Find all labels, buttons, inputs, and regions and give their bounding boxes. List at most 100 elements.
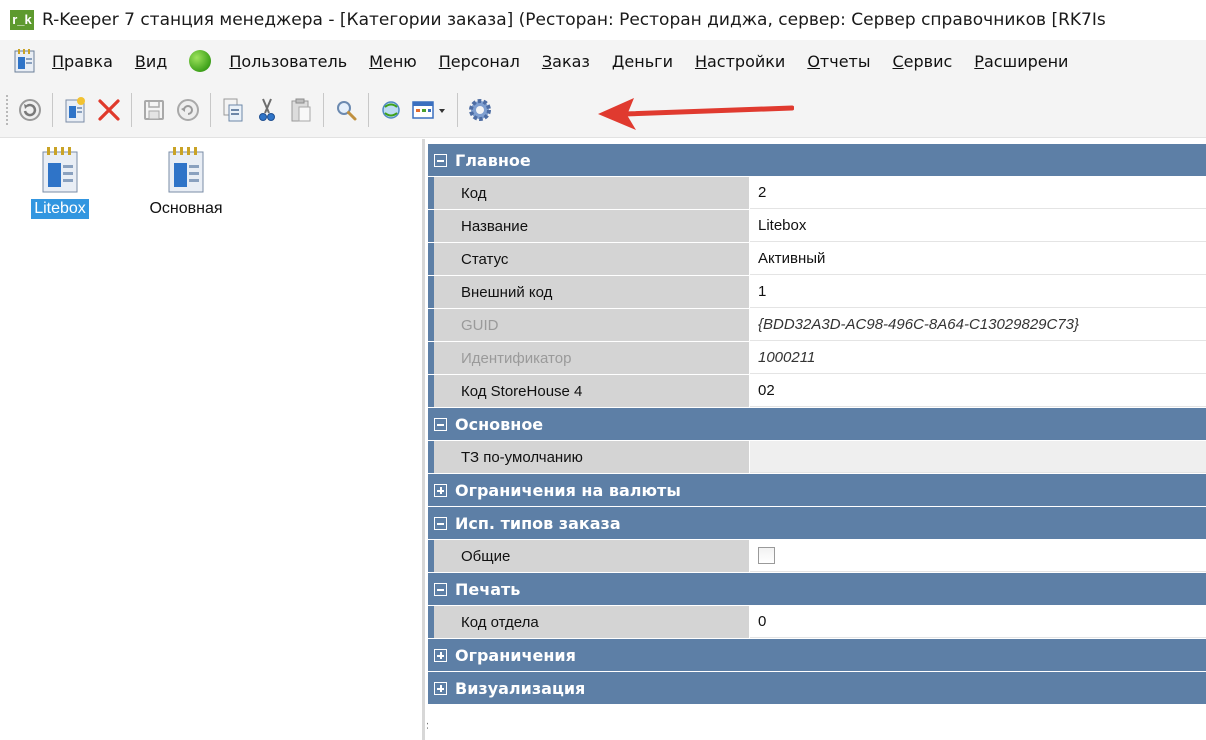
- toolbar-separator: [210, 92, 211, 127]
- paste-button[interactable]: [284, 93, 318, 127]
- menu-order[interactable]: Заказ: [542, 52, 590, 71]
- expand-icon[interactable]: [434, 648, 447, 662]
- property-row-department-code[interactable]: Код отдела 0: [428, 606, 1206, 639]
- property-value[interactable]: 0: [750, 606, 1206, 638]
- property-grid: Главное Код 2 Название Litebox Статус Ак…: [428, 144, 1206, 740]
- group-main[interactable]: Главное: [428, 144, 1206, 177]
- group-limits[interactable]: Ограничения: [428, 639, 1206, 672]
- toolbar-separator: [52, 92, 53, 127]
- common-checkbox[interactable]: [758, 547, 775, 564]
- delete-button[interactable]: [92, 93, 126, 127]
- property-value: {BDD32A3D-AC98-496C-8A64-C13029829C73}: [750, 309, 1206, 341]
- new-item-button[interactable]: [58, 93, 92, 127]
- property-name: Общие: [434, 540, 750, 572]
- properties-button[interactable]: [463, 93, 497, 127]
- property-value: [750, 540, 1206, 572]
- property-row-guid[interactable]: GUID {BDD32A3D-AC98-496C-8A64-C13029829C…: [428, 309, 1206, 342]
- menu-service[interactable]: Сервис: [893, 52, 953, 71]
- search-icon: [337, 100, 357, 120]
- toolbar-separator: [457, 92, 458, 127]
- delete-x-icon: [98, 98, 120, 121]
- property-row-storehouse-code[interactable]: Код StoreHouse 4 02: [428, 375, 1206, 408]
- menu-extensions[interactable]: Расширени: [974, 52, 1068, 71]
- menu-money[interactable]: Деньги: [612, 52, 673, 71]
- group-visualization[interactable]: Визуализация: [428, 672, 1206, 705]
- category-item-litebox[interactable]: Litebox: [12, 147, 108, 219]
- property-row-code[interactable]: Код 2: [428, 177, 1206, 210]
- group-title: Главное: [455, 150, 531, 170]
- property-name: Внешний код: [434, 276, 750, 308]
- export-button[interactable]: [374, 93, 408, 127]
- menu-bar: Правка Вид Пользователь Меню Персонал За…: [0, 40, 1206, 82]
- copy-icon: [223, 98, 243, 121]
- collapse-icon[interactable]: [434, 582, 447, 596]
- window-title: R-Keeper 7 станция менеджера - [Категори…: [42, 10, 1106, 30]
- toolbar-separator: [131, 92, 132, 127]
- group-title: Ограничения на валюты: [455, 480, 681, 500]
- property-value[interactable]: [750, 441, 1206, 473]
- property-row-external-code[interactable]: Внешний код 1: [428, 276, 1206, 309]
- property-name: Код StoreHouse 4: [434, 375, 750, 407]
- expand-icon[interactable]: [434, 483, 447, 497]
- menu-user[interactable]: Пользователь: [229, 52, 347, 71]
- group-title: Ограничения: [455, 645, 576, 665]
- refresh-button[interactable]: [13, 93, 47, 127]
- property-row-identifier[interactable]: Идентификатор 1000211: [428, 342, 1206, 375]
- property-value[interactable]: Активный: [750, 243, 1206, 275]
- title-bar: r_k R-Keeper 7 станция менеджера - [Кате…: [0, 0, 1206, 40]
- property-name: Идентификатор: [434, 342, 750, 374]
- group-title: Визуализация: [455, 678, 586, 698]
- category-label: Litebox: [31, 199, 89, 219]
- category-list-panel[interactable]: Litebox Основная: [0, 139, 425, 740]
- category-document-icon: [39, 147, 81, 195]
- group-title: Печать: [455, 579, 521, 599]
- property-value[interactable]: 02: [750, 375, 1206, 407]
- group-print[interactable]: Печать: [428, 573, 1206, 606]
- category-label: Основная: [149, 200, 223, 217]
- menu-staff[interactable]: Персонал: [439, 52, 520, 71]
- property-row-default-tz[interactable]: ТЗ по-умолчанию: [428, 441, 1206, 474]
- group-currency-limits[interactable]: Ограничения на валюты: [428, 474, 1206, 507]
- menu-settings[interactable]: Настройки: [695, 52, 785, 71]
- status-green-icon: [189, 50, 212, 72]
- annotation-arrow-icon: [598, 98, 794, 130]
- property-value[interactable]: Litebox: [750, 210, 1206, 242]
- toolbar-grip[interactable]: [6, 94, 9, 125]
- group-basic[interactable]: Основное: [428, 408, 1206, 441]
- view-options-dropdown[interactable]: [408, 93, 452, 127]
- app-logo-icon: r_k: [10, 10, 34, 30]
- window-menu-icon[interactable]: [14, 49, 36, 73]
- search-button[interactable]: [329, 93, 363, 127]
- property-value: 1000211: [750, 342, 1206, 374]
- cut-button[interactable]: [250, 93, 284, 127]
- property-name: Статус: [434, 243, 750, 275]
- property-row-title[interactable]: Название Litebox: [428, 210, 1206, 243]
- save-button[interactable]: [137, 93, 171, 127]
- copy-button[interactable]: [216, 93, 250, 127]
- property-name: Название: [434, 210, 750, 242]
- menu-menu[interactable]: Меню: [369, 52, 417, 71]
- gear-icon: [469, 98, 491, 121]
- property-row-common[interactable]: Общие: [428, 540, 1206, 573]
- new-document-icon: [65, 96, 85, 122]
- property-row-status[interactable]: Статус Активный: [428, 243, 1206, 276]
- group-title: Исп. типов заказа: [455, 513, 621, 533]
- category-item-basic[interactable]: Основная: [138, 147, 234, 219]
- collapse-icon[interactable]: [434, 516, 447, 530]
- property-name: ТЗ по-умолчанию: [434, 441, 750, 473]
- toolbar-separator: [323, 92, 324, 127]
- expand-icon[interactable]: [434, 681, 447, 695]
- collapse-icon[interactable]: [434, 153, 447, 167]
- cancel-changes-button[interactable]: [171, 93, 205, 127]
- undo-circle-icon: [177, 98, 199, 121]
- menu-reports[interactable]: Отчеты: [807, 52, 870, 71]
- property-value[interactable]: 2: [750, 177, 1206, 209]
- menu-view[interactable]: Вид: [135, 52, 167, 71]
- grid-view-icon: [412, 100, 445, 119]
- property-value[interactable]: 1: [750, 276, 1206, 308]
- collapse-icon[interactable]: [434, 417, 447, 431]
- menu-edit[interactable]: Правка: [52, 52, 113, 71]
- category-document-icon: [165, 147, 207, 195]
- group-order-types[interactable]: Исп. типов заказа: [428, 507, 1206, 540]
- refresh-globe-icon: [382, 100, 400, 119]
